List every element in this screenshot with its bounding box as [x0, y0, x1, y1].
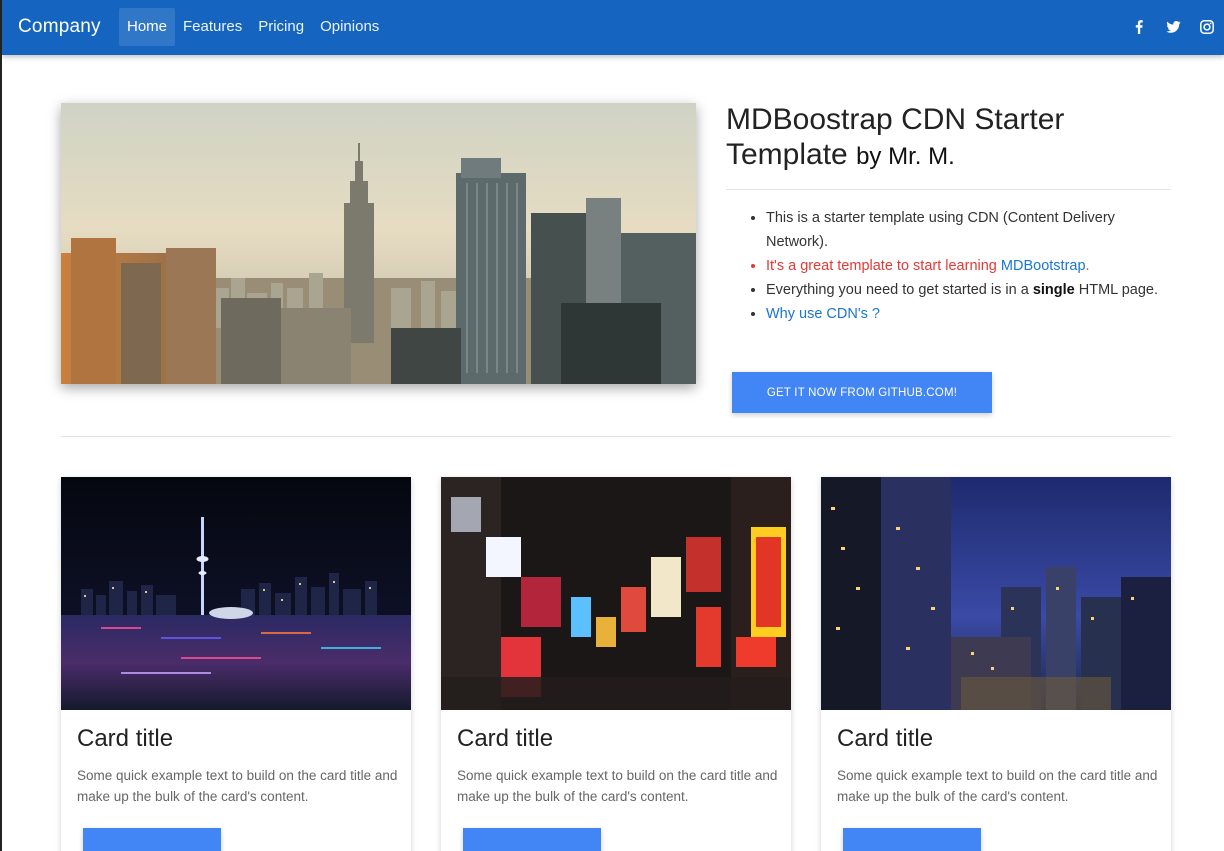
- list-item: It's a great template to start learning …: [766, 254, 1166, 278]
- nav-links: Home Features Pricing Opinions: [119, 8, 387, 46]
- instagram-icon[interactable]: [1190, 17, 1224, 37]
- brand-logo[interactable]: Company: [18, 16, 101, 38]
- nav-link-home[interactable]: Home: [119, 8, 176, 46]
- card-image-times-square: [441, 477, 791, 710]
- card-image-chicago: [821, 477, 1171, 710]
- card-text: Some quick example text to build on the …: [77, 768, 398, 804]
- card-title: Card title: [457, 725, 554, 752]
- nav-link-pricing[interactable]: Pricing: [250, 8, 312, 46]
- mdbootstrap-link[interactable]: MDBootstrap: [1001, 258, 1086, 274]
- list-item: Everything you need to get started is in…: [766, 278, 1166, 302]
- nav-link-opinions[interactable]: Opinions: [312, 8, 387, 46]
- card-text: Some quick example text to build on the …: [837, 768, 1158, 804]
- hero-divider: [726, 189, 1171, 190]
- hero-city-image: [61, 103, 696, 384]
- top-navbar: Company Home Features Pricing Opinions: [2, 0, 1224, 55]
- card-text: Some quick example text to build on the …: [457, 768, 778, 804]
- card: Card title Some quick example text to bu…: [61, 477, 411, 851]
- card: Card title Some quick example text to bu…: [821, 477, 1171, 851]
- hero-title-suffix: by Mr. M.: [856, 143, 955, 170]
- github-cta-button[interactable]: GET IT NOW FROM GITHUB.COM!: [732, 372, 992, 413]
- read-more-button[interactable]: READ MORE: [463, 828, 601, 851]
- page: Company Home Features Pricing Opinions M…: [0, 0, 1224, 851]
- card-image-toronto: [61, 477, 411, 710]
- twitter-icon[interactable]: [1156, 17, 1190, 37]
- why-cdn-link[interactable]: Why use CDN's ?: [766, 306, 880, 322]
- list-item: Why use CDN's ?: [766, 302, 1166, 326]
- card-title: Card title: [77, 725, 174, 752]
- section-divider: [61, 436, 1171, 437]
- read-more-button[interactable]: READ MORE: [843, 828, 981, 851]
- social-links: [1122, 17, 1224, 37]
- hero-title: MDBoostrap CDN Starter Template by Mr. M…: [726, 102, 1171, 174]
- hero-feature-list: This is a starter template using CDN (Co…: [766, 206, 1166, 326]
- card: Card title Some quick example text to bu…: [441, 477, 791, 851]
- list-item: This is a starter template using CDN (Co…: [766, 206, 1166, 254]
- card-title: Card title: [837, 725, 934, 752]
- read-more-button[interactable]: READ MORE: [83, 828, 221, 851]
- facebook-icon[interactable]: [1122, 17, 1156, 37]
- nav-link-features[interactable]: Features: [175, 8, 250, 46]
